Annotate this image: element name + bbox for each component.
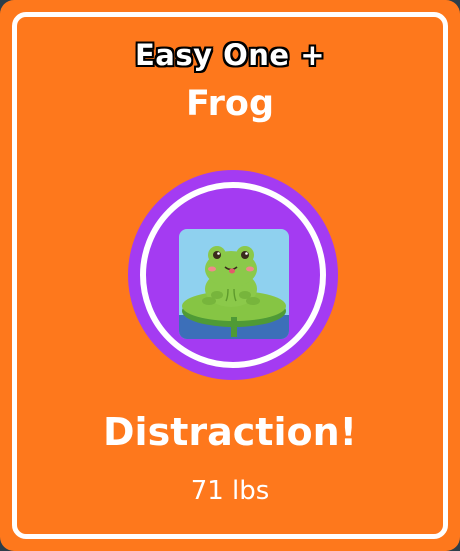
- frog-icon: [179, 229, 289, 339]
- reward-card: Easy One + Frog Distraction! 71 lbs: [0, 0, 460, 551]
- card-subtitle: Easy One +: [134, 38, 325, 72]
- reward-caption: Distraction!: [103, 410, 357, 454]
- weight-label: 71 lbs: [190, 476, 270, 506]
- card-title: Frog: [185, 84, 275, 124]
